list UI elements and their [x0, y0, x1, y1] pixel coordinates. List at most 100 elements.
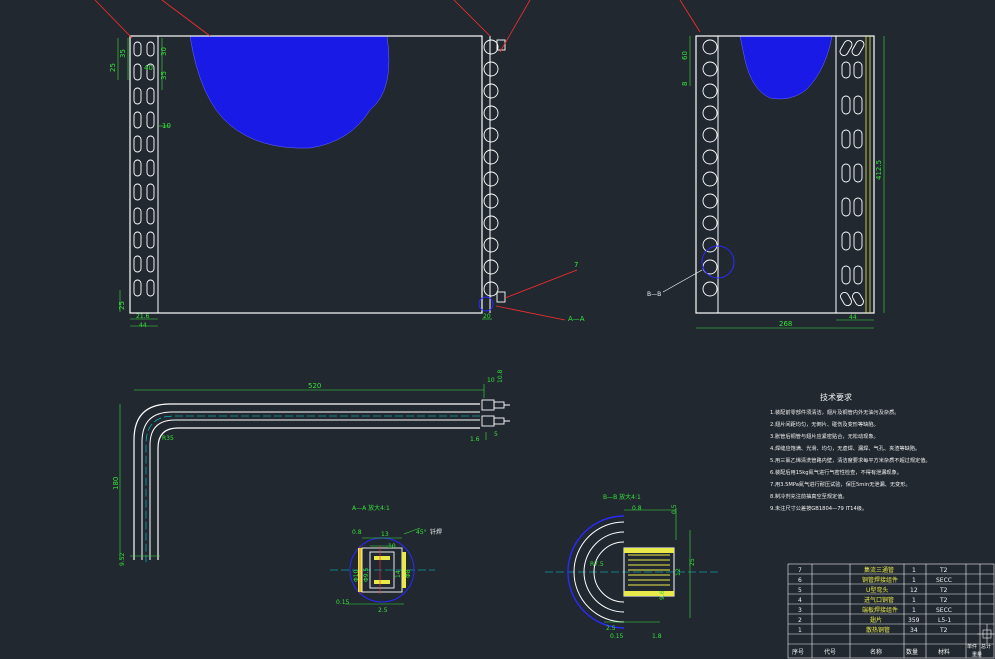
- dim-front-10: 10: [162, 122, 171, 130]
- bom-header-cell: 代号: [824, 648, 836, 656]
- dim-bb-0-5: 0.5: [671, 504, 678, 514]
- tech-req-item: 2.翅片间距均匀，无倒片、碰伤及变形等缺陷。: [770, 420, 879, 428]
- tech-req-item: 1.装配前零部件须清洁，翅片及铜管内外无油污及杂质。: [770, 408, 899, 416]
- bom-row: 7 集流三通管 1 T2: [798, 566, 948, 574]
- bom-cell: T2: [939, 627, 948, 634]
- dim-front-40: 40: [144, 64, 153, 72]
- front-right-ubends: [483, 39, 506, 303]
- bom-row: 4 进气口铜管 1 T2: [798, 596, 948, 604]
- bom-cell: 34: [910, 627, 918, 634]
- bom-cell: 散热铜管: [866, 626, 890, 634]
- dim-aa-10: 10: [388, 543, 396, 550]
- dim-bb-1-8: 1.8: [652, 633, 662, 640]
- dim-pipe-height: 180: [112, 477, 120, 490]
- dim-bb-0-8: 0.8: [632, 505, 642, 512]
- dim-aa-v4: Φ8: [405, 569, 412, 578]
- dim-side-8: 8: [681, 82, 689, 86]
- bom-cell: 6: [798, 577, 802, 584]
- dim-aa-0-15: 0.15: [336, 599, 350, 606]
- dim-front-bottom-25: 25: [118, 301, 126, 310]
- dim-aa-v2: Φ9.5: [363, 568, 370, 582]
- bom-header-cell: 总计: [981, 643, 991, 650]
- bom-row: 6 铜管焊接组件 1 SECC: [798, 576, 952, 584]
- tech-req-item: 3.胀管后铜管与翅片应紧密贴合，无松动现象。: [770, 432, 879, 440]
- callout-section-aa: A—A: [568, 315, 585, 323]
- dim-bb-0-15: 0.15: [610, 633, 624, 640]
- dim-bb-12: 12: [675, 568, 682, 576]
- tech-req-item: 5.用三氯乙烯清洗管路内壁，清洁度要求每平方米杂质不超过规定值。: [770, 456, 931, 464]
- dim-aa-0-8: 0.8: [352, 529, 362, 536]
- bom-cell: U型弯头: [866, 586, 888, 594]
- section-aa-marker: [478, 296, 494, 312]
- side-view: 60 8 412.5 268 44 B—B: [647, 35, 885, 329]
- bom-cell: 12: [910, 587, 918, 594]
- cad-drawing: 25 35 40 35 30 10 25 21.6 44 20 7 A—A 60…: [94, 0, 995, 659]
- bom-cell: 2: [798, 617, 802, 624]
- dim-pipe-radius: R35: [162, 435, 174, 442]
- bom-header-cell: 单件: [967, 643, 977, 650]
- dim-aa-2-5: 2.5: [378, 607, 388, 614]
- dim-bb-9-6: 9.6: [659, 590, 666, 600]
- dim-side-height: 412.5: [875, 160, 883, 180]
- section-aa-title: A—A 放大4:1: [352, 504, 390, 512]
- bom-cell: 7: [798, 567, 802, 574]
- dim-bb-radius: R7.5: [590, 561, 604, 568]
- bom-cell: 4: [798, 597, 802, 604]
- bom-cell: T2: [939, 587, 948, 594]
- tech-req-item: 7.用3.5MPa氮气进行耐压试验，保压5min无泄漏、无变形。: [770, 480, 911, 488]
- callout-section-bb: B—B: [647, 291, 661, 298]
- callout-item-7: 7: [574, 261, 578, 269]
- section-aa-detail: A—A 放大4:1 0.8 13 10 45° 钎焊 0.15 2.5 Φ10 …: [330, 504, 442, 614]
- bom-header-cell: 重量: [972, 651, 982, 658]
- dim-aa-v3: 14: [395, 570, 402, 578]
- tech-req-item: 8.制冷剂充注前抽真空至规定值。: [770, 492, 848, 500]
- bom-cell: 1: [912, 577, 916, 584]
- tech-req-title: 技术要求: [820, 392, 852, 402]
- dim-front-top-25: 25: [109, 63, 117, 72]
- bom-cell: T2: [939, 567, 948, 574]
- side-left-ubends: [702, 39, 718, 297]
- bom-cell: 端板焊接组件: [862, 606, 898, 614]
- bom-row: 5 U型弯头 12 T2: [798, 586, 948, 594]
- dim-pipe-bottom: 9.52: [119, 552, 126, 566]
- bom-cell: L5-1: [938, 617, 951, 624]
- bom-header: 序号 代号 名称 数量 材料 单件 总计 重量: [792, 643, 991, 658]
- dim-pipe-length: 520: [308, 382, 321, 390]
- bom-header-cell: 数量: [906, 648, 918, 656]
- tech-requirements: 技术要求 1.装配前零部件须清洁，翅片及铜管内外无油污及杂质。 2.翅片间距均匀…: [770, 392, 931, 512]
- bom-row: 3 端板焊接组件 1 SECC: [798, 606, 952, 614]
- section-bb-title: B—B 放大4:1: [603, 493, 641, 501]
- front-view: 25 35 40 35 30 10 25 21.6 44 20 7 A—A: [94, 0, 701, 329]
- fin-hatch-side: [739, 35, 833, 100]
- bom-header-cell: 名称: [870, 648, 882, 656]
- bom-cell: SECC: [936, 607, 952, 614]
- bom-cell: 359: [908, 617, 920, 624]
- bom-cell: 1: [912, 607, 916, 614]
- section-bb-detail: B—B 放大4:1 0.8 0.5 12 25 R7.5 9.6 2.5 0.1…: [545, 493, 720, 640]
- tech-req-item: 9.未注尺寸公差按GB1804—79 IT14级。: [770, 504, 867, 512]
- bom-cell: 翅片: [870, 616, 882, 624]
- dim-aa-13: 13: [381, 531, 389, 538]
- bom-header-cell: 序号: [792, 648, 804, 656]
- dim-front-35: 35: [160, 71, 168, 80]
- pipe-view: 520 10 10.8 1.6 5 R35 180 9.52: [112, 369, 510, 566]
- bom-row: 1 散热铜管 34 T2: [798, 626, 948, 634]
- dim-front-21-6: 21.6: [136, 313, 150, 320]
- aa-brazing-label: 钎焊: [430, 528, 442, 536]
- dim-side-width: 268: [779, 320, 792, 328]
- dim-aa-angle: 45°: [416, 529, 427, 536]
- bom-cell: 1: [798, 627, 802, 634]
- dim-front-30: 30: [160, 47, 168, 56]
- bom-header-cell: 材料: [938, 648, 950, 656]
- dim-front-20: 20: [483, 313, 491, 320]
- dim-side-44: 44: [849, 314, 857, 321]
- tech-req-item: 6.装配后用15kg氮气进行气密性检查，不得有泄漏现象。: [770, 468, 902, 476]
- bom-cell: 3: [798, 607, 802, 614]
- dim-bb-2-5: 2.5: [606, 625, 616, 632]
- dim-bb-25: 25: [689, 558, 696, 566]
- bom-cell: SECC: [936, 577, 952, 584]
- dim-pipe-5: 5: [494, 431, 498, 438]
- bom-row: 2 翅片 359 L5-1: [798, 616, 951, 624]
- dim-pipe-10-8: 10.8: [497, 369, 504, 383]
- dim-front-44: 44: [139, 322, 147, 329]
